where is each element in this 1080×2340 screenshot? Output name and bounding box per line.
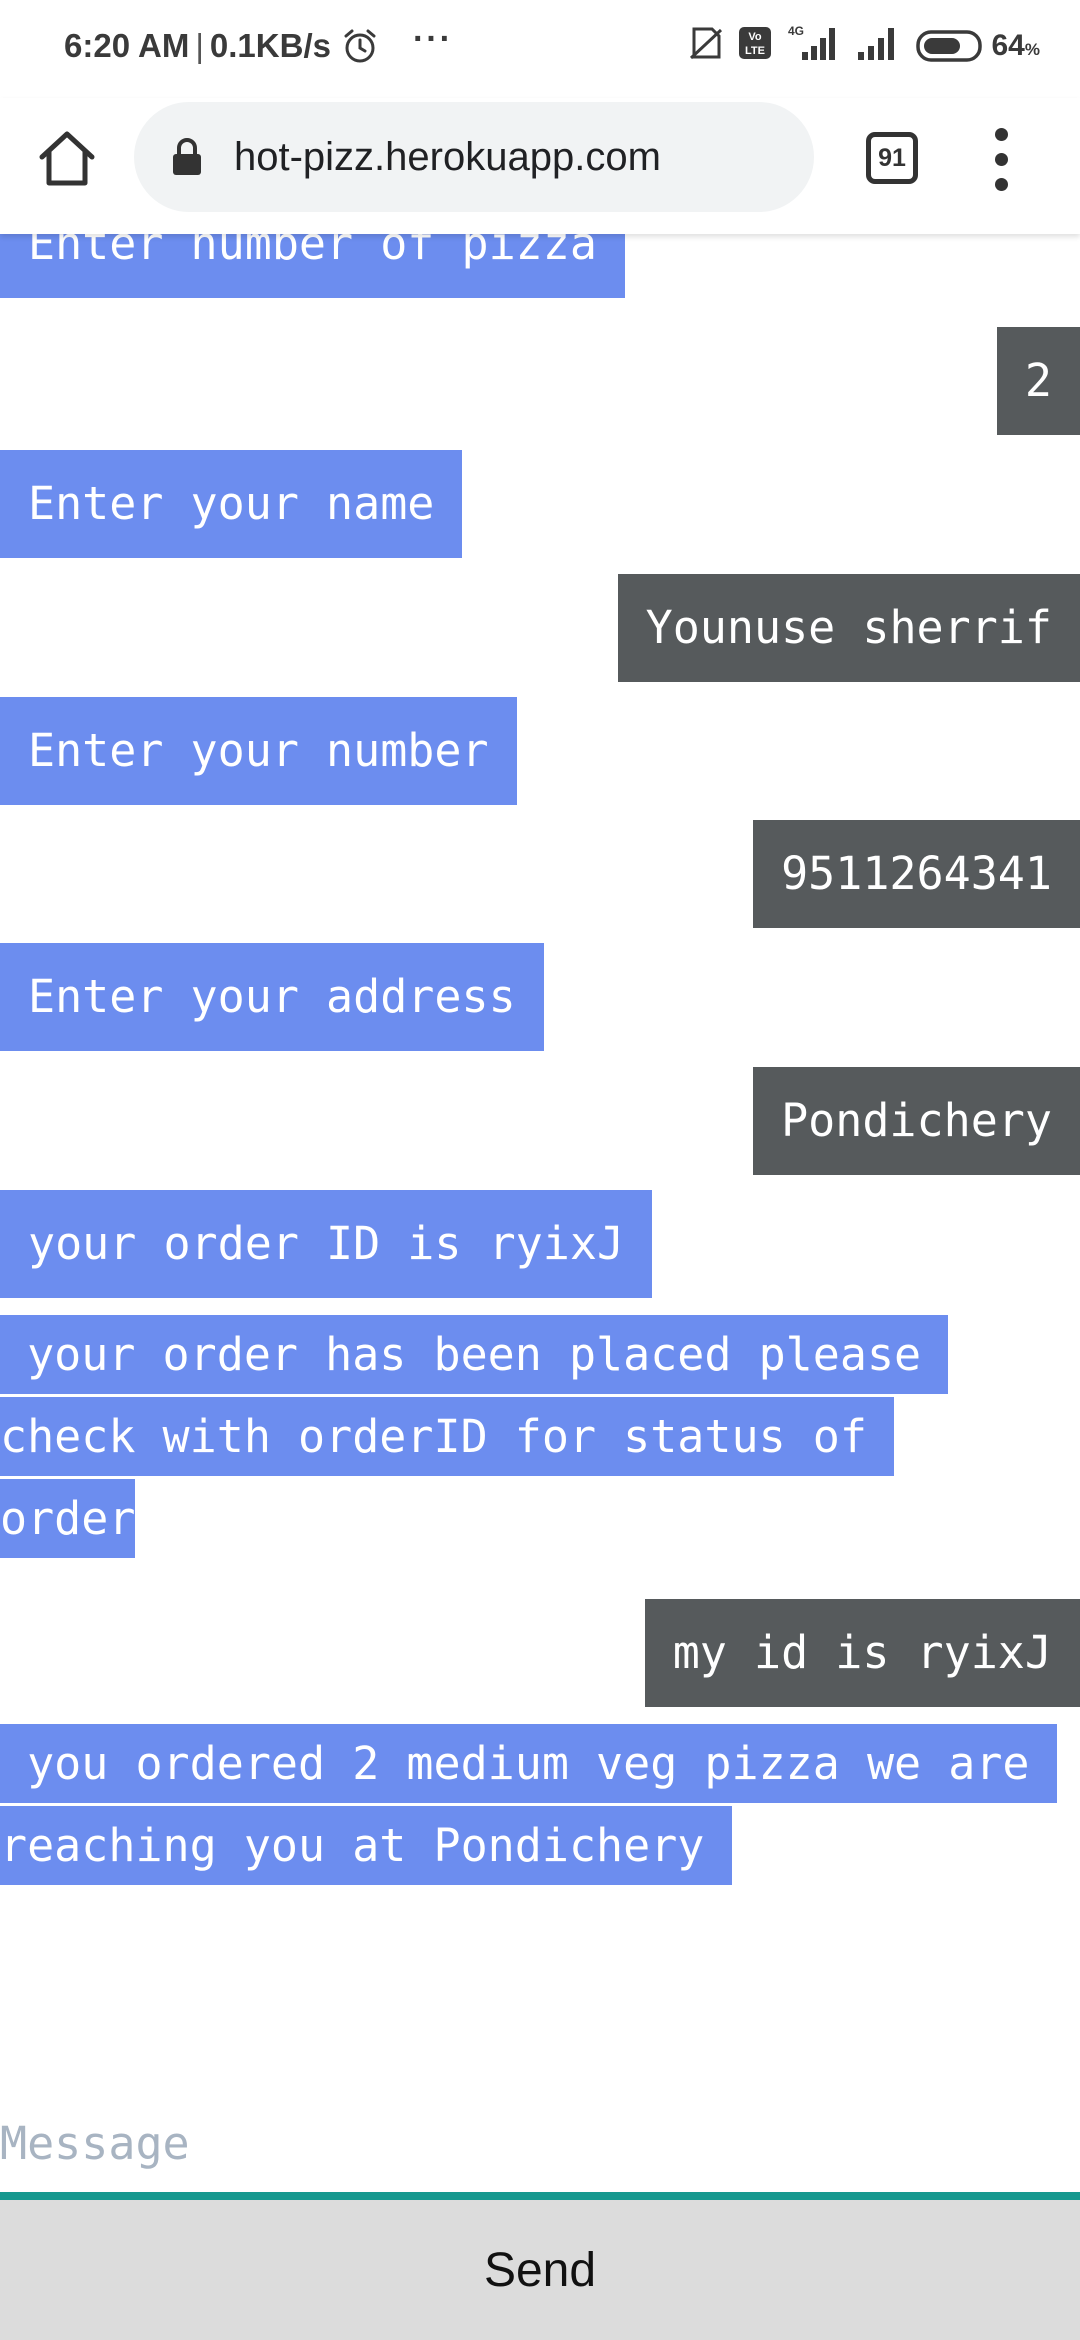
- volte-icon: Vo LTE: [738, 26, 772, 65]
- user-message: 9511264341: [753, 820, 1080, 928]
- url-text: hot-pizz.herokuapp.com: [234, 134, 661, 179]
- address-bar[interactable]: hot-pizz.herokuapp.com: [134, 102, 814, 212]
- bot-message: your order has been placed please check …: [0, 1314, 960, 1560]
- chat-log: Enter number of pizza 2 Enter your name …: [0, 234, 1080, 2094]
- status-right: Vo LTE 4G 64%: [688, 24, 1041, 67]
- status-network-speed: 0.1KB/s: [209, 26, 331, 64]
- signal-4g-icon: 4G: [786, 24, 840, 67]
- user-message: Pondichery: [753, 1067, 1080, 1175]
- status-more-icon: ···: [412, 20, 453, 58]
- signal-icon: [854, 24, 902, 67]
- user-message: Younuse sherrif: [617, 574, 1080, 682]
- user-message: my id is ryixJ: [644, 1599, 1080, 1707]
- home-button[interactable]: [36, 128, 98, 190]
- home-icon: [39, 131, 95, 186]
- network-type-label: 4G: [788, 24, 804, 38]
- status-bar: 6:20 AM | 0.1KB/s ··· Vo LTE 4G 64%: [0, 0, 1080, 98]
- bot-message: your order ID is ryixJ: [0, 1190, 653, 1298]
- bot-message: Enter your number: [0, 697, 517, 805]
- bot-message: Enter your address: [0, 943, 544, 1051]
- battery-level: 64: [991, 28, 1025, 62]
- battery-indicator: 64%: [915, 28, 1041, 64]
- send-button[interactable]: Send: [0, 2200, 1080, 2340]
- status-left: 6:20 AM | 0.1KB/s ···: [64, 20, 453, 65]
- user-message: 2: [996, 327, 1080, 435]
- bot-message: you ordered 2 medium veg pizza we are re…: [0, 1723, 1070, 1887]
- bot-message-text: you ordered 2 medium veg pizza we are re…: [0, 1724, 1057, 1885]
- bot-message: Enter your name: [0, 450, 463, 558]
- lock-icon: [173, 138, 201, 175]
- message-input[interactable]: [0, 2094, 1080, 2192]
- svg-text:Vo: Vo: [748, 31, 762, 43]
- battery-percent: 64%: [992, 29, 1041, 63]
- battery-unit: %: [1024, 39, 1040, 59]
- bot-message: Enter number of pizza: [0, 234, 625, 298]
- tab-switcher-button[interactable]: 91: [866, 132, 918, 184]
- status-time: 6:20 AM: [64, 26, 190, 64]
- no-sim-icon: [688, 25, 724, 66]
- browser-toolbar: hot-pizz.herokuapp.com 91: [0, 98, 1080, 234]
- svg-text:LTE: LTE: [745, 45, 765, 57]
- bot-message-text: your order has been placed please check …: [0, 1315, 949, 1558]
- overflow-menu-icon[interactable]: [990, 126, 1014, 192]
- status-separator: |: [195, 26, 204, 64]
- input-underline: [0, 2192, 1080, 2200]
- battery-icon: [915, 29, 982, 62]
- alarm-icon: [341, 27, 379, 65]
